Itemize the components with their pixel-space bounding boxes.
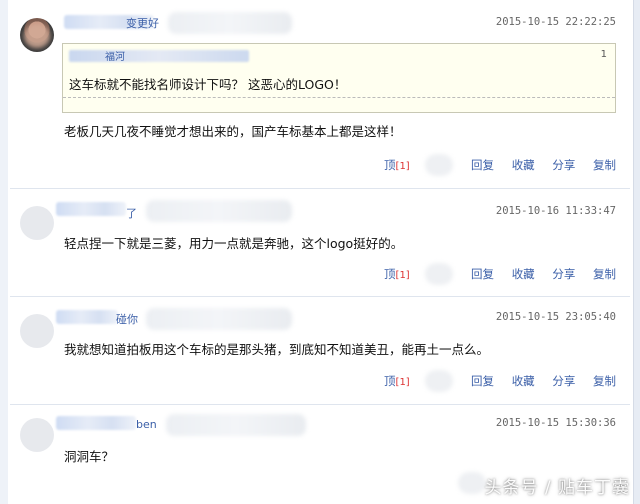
comment-actions: 顶[1] 回复 收藏 分享 复制 [384, 154, 616, 176]
comment-actions: 顶[1] 回复 收藏 分享 复制 [384, 370, 616, 392]
avatar[interactable] [20, 206, 54, 240]
comment-item: 变更好 2015-10-15 22:22:25 福河 1 这车标就不能找名师设计… [0, 0, 640, 190]
username-extra-blur [168, 12, 292, 34]
comment-timestamp: 2015-10-15 15:30:36 [495, 417, 616, 429]
username[interactable]: 变更好 [126, 15, 159, 31]
comment-item: 了 2015-10-16 11:33:47 轻点捏一下就是三菱，用力一点就是奔驰… [0, 190, 640, 298]
quote-text: 这车标就不能找名师设计下吗？ 这恶心的LOGO！ [69, 77, 347, 92]
quote-divider [63, 97, 615, 98]
reply-button[interactable]: 回复 [471, 373, 494, 389]
username[interactable]: ben [136, 418, 157, 431]
comment-timestamp: 2015-10-16 11:33:47 [495, 205, 616, 217]
collect-button[interactable]: 收藏 [512, 266, 535, 282]
comment-actions: 顶[1] 回复 收藏 分享 复制 [384, 263, 616, 285]
comment-timestamp: 2015-10-15 23:05:40 [495, 311, 616, 323]
upvote-button[interactable]: 顶[1] [384, 373, 410, 389]
quote-author-blur [69, 50, 249, 62]
comment-text: 老板几天几夜不睡觉才想出来的，国产车标基本上都是这样！ [64, 124, 402, 139]
action-blur [425, 154, 454, 176]
avatar[interactable] [20, 314, 54, 348]
action-blur [458, 472, 486, 494]
comment-text: 洞洞车？ [64, 449, 115, 464]
username-blur [56, 202, 126, 216]
upvote-button[interactable]: 顶[1] [384, 157, 410, 173]
username[interactable]: 碰你 [116, 311, 138, 327]
watermark: 头条号 / 贴车丁囊 [484, 478, 630, 498]
reply-button[interactable]: 回复 [471, 157, 494, 173]
copy-button[interactable]: 复制 [593, 373, 616, 389]
quoted-comment: 福河 1 这车标就不能找名师设计下吗？ 这恶心的LOGO！ [62, 43, 616, 113]
share-button[interactable]: 分享 [552, 266, 575, 282]
comment-text: 轻点捏一下就是三菱，用力一点就是奔驰，这个logo挺好的。 [64, 236, 404, 251]
collect-button[interactable]: 收藏 [512, 157, 535, 173]
comment-item: 碰你 2015-10-15 23:05:40 我就想知道拍板用这个车标的是那头猪… [0, 298, 640, 406]
copy-button[interactable]: 复制 [593, 266, 616, 282]
action-blur [425, 370, 454, 392]
comment-divider [10, 188, 630, 189]
action-blur [425, 263, 454, 285]
username-extra-blur [146, 200, 292, 222]
comment-timestamp: 2015-10-15 22:22:25 [495, 16, 616, 28]
username-blur [56, 310, 118, 324]
avatar[interactable] [20, 418, 54, 452]
share-button[interactable]: 分享 [552, 373, 575, 389]
collect-button[interactable]: 收藏 [512, 373, 535, 389]
comment-divider [10, 404, 630, 405]
comment-text: 我就想知道拍板用这个车标的是那头猪，到底知不知道美丑，能再土一点么。 [64, 342, 490, 357]
avatar[interactable] [20, 18, 54, 52]
reply-button[interactable]: 回复 [471, 266, 494, 282]
comment-divider [10, 296, 630, 297]
quote-floor-number: 1 [600, 49, 607, 60]
upvote-button[interactable]: 顶[1] [384, 266, 410, 282]
copy-button[interactable]: 复制 [593, 157, 616, 173]
username-blur [56, 416, 136, 430]
quote-author[interactable]: 福河 [105, 48, 125, 63]
share-button[interactable]: 分享 [552, 157, 575, 173]
username[interactable]: 了 [126, 205, 137, 221]
username-extra-blur [146, 308, 292, 330]
username-extra-blur [166, 414, 306, 436]
